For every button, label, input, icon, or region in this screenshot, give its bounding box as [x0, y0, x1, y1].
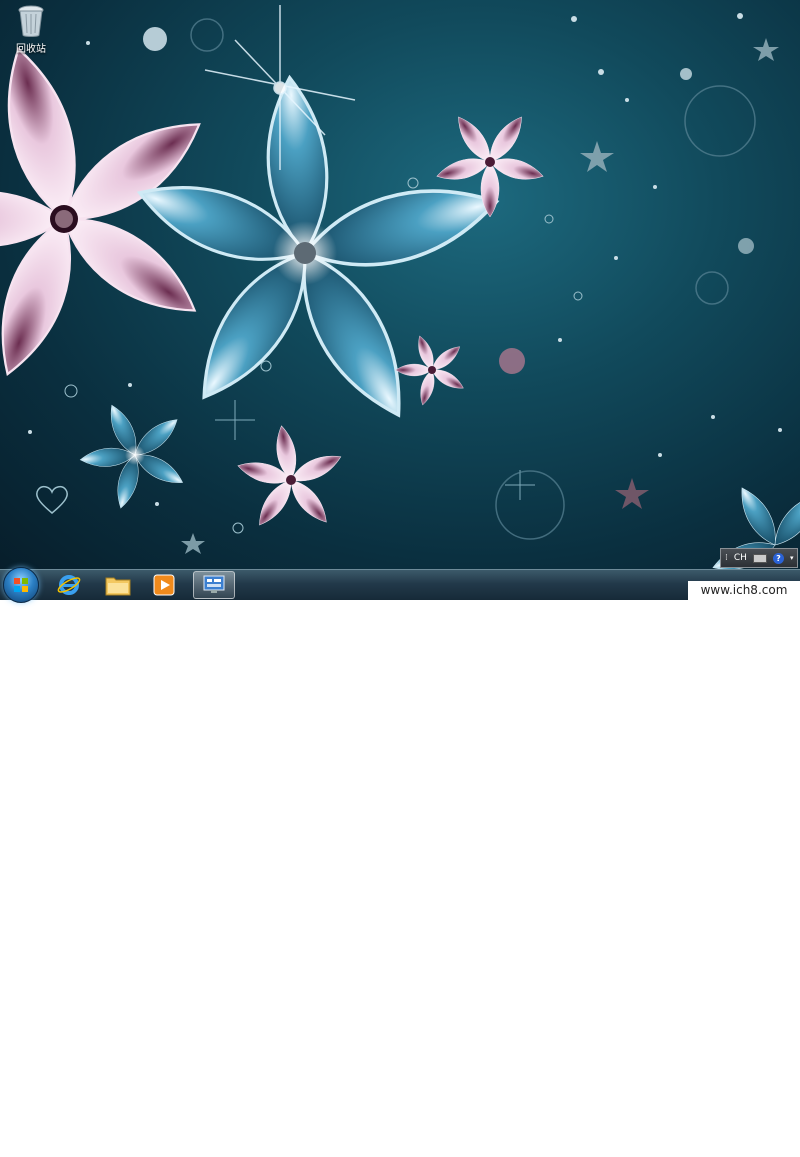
control-panel-icon — [203, 575, 225, 593]
windows-start-icon — [14, 578, 28, 592]
start-button[interactable] — [3, 567, 39, 603]
media-player-icon — [153, 574, 175, 596]
language-bar[interactable]: ⁞ CH ? ▾ — [720, 548, 798, 568]
show-hidden-icons-button[interactable]: ▲ — [675, 1148, 681, 1157]
sparkle-large — [204, 5, 356, 170]
language-bar-menu-icon[interactable]: ▾ — [790, 554, 794, 562]
desktop-icon-recycle-bin[interactable]: 回收站 — [8, 4, 54, 55]
help-icon[interactable]: ? — [772, 552, 784, 564]
pink-flower-small-2 — [395, 333, 467, 407]
keyboard-icon[interactable] — [752, 553, 767, 563]
clock[interactable]: 1:51 — [745, 1141, 775, 1151]
taskbar-media-player[interactable] — [143, 571, 185, 599]
wallpaper — [0, 5, 800, 569]
recycle-bin-label: 回收站 — [16, 44, 46, 55]
sparkle-small — [215, 400, 535, 500]
blue-flower-small-1 — [79, 401, 188, 511]
keyboard-grip-icon: ⁞ — [725, 553, 728, 563]
internet-explorer-icon — [57, 575, 81, 595]
taskbar: ▲ 1:51 — [0, 567, 800, 1157]
desktop[interactable]: 回收站 ⁞ CH ? ▾ — [0, 0, 800, 569]
pink-flower-small-3 — [235, 424, 345, 531]
taskbar-internet-explorer[interactable] — [48, 571, 90, 599]
heart — [36, 485, 68, 514]
folder-icon — [105, 577, 131, 596]
recycle-bin-icon — [18, 5, 44, 37]
watermark: www.ich8.com — [688, 581, 800, 600]
taskbar-file-explorer[interactable] — [97, 571, 139, 599]
taskbar-control-panel[interactable] — [193, 571, 235, 599]
language-indicator[interactable]: CH — [734, 553, 747, 563]
